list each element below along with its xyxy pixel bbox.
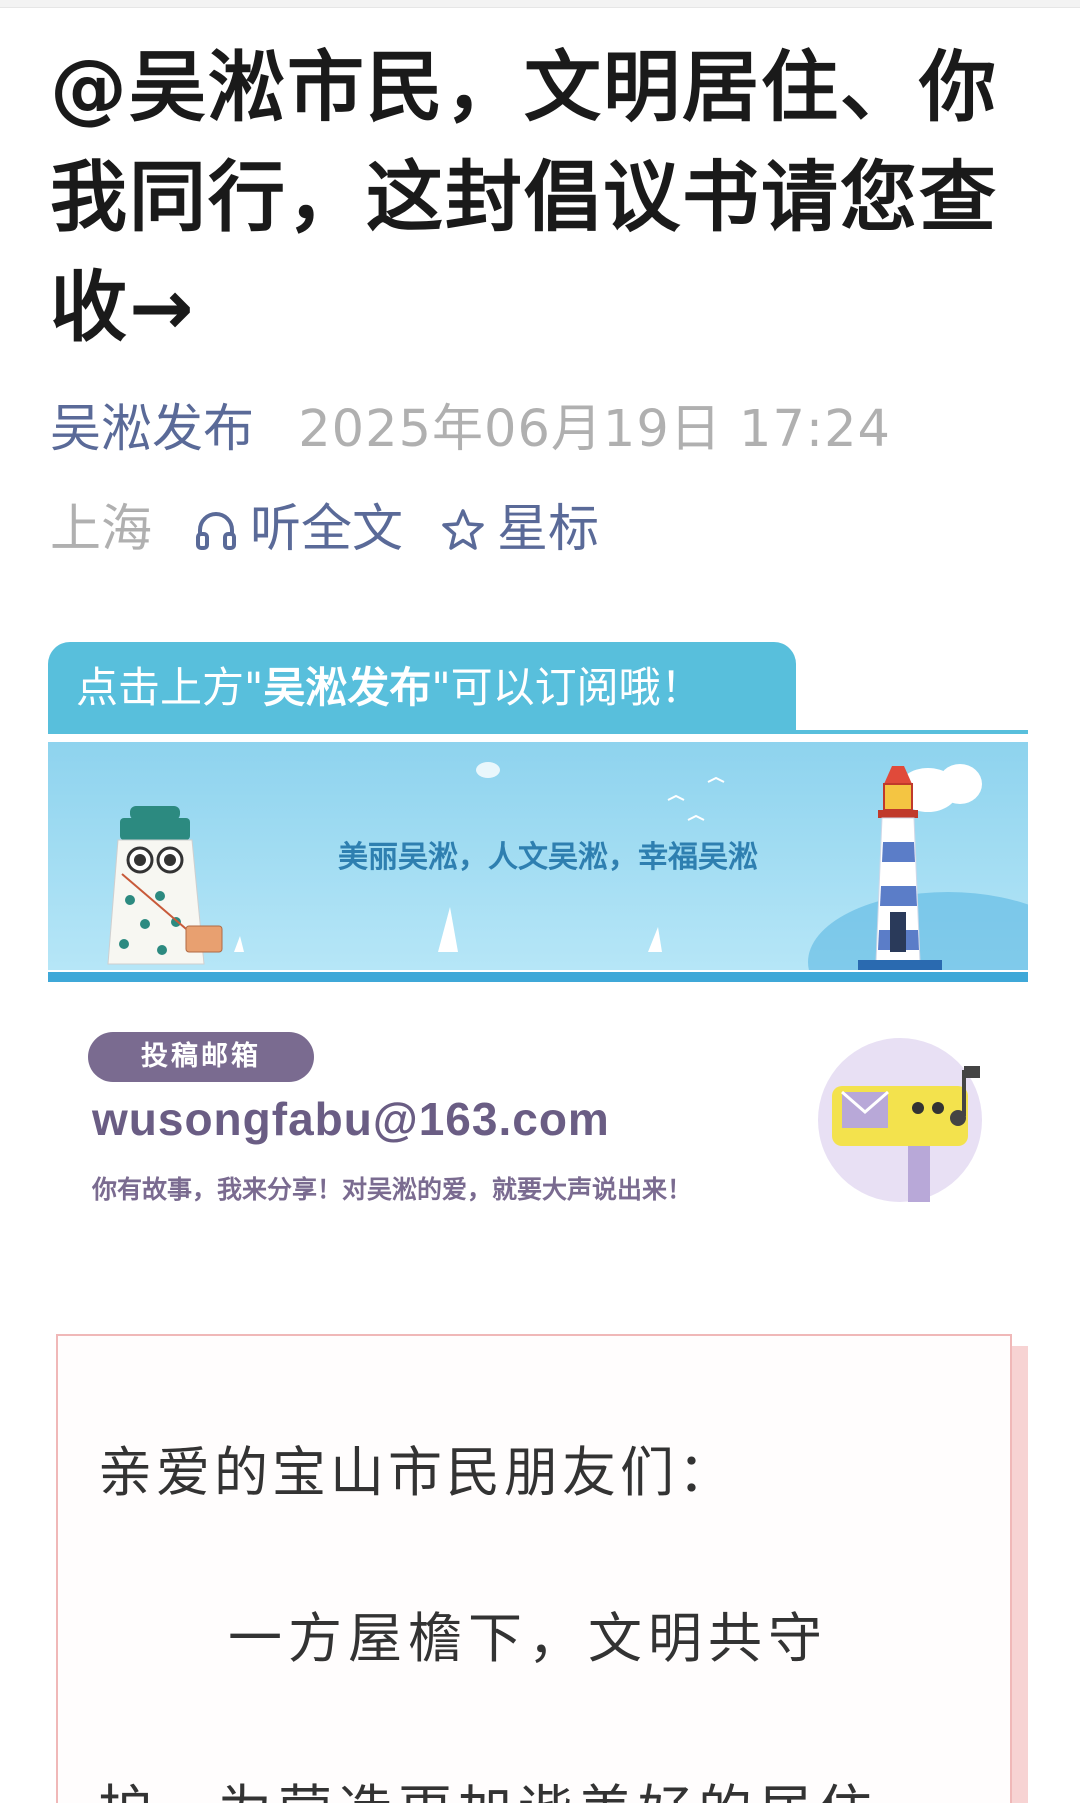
listen-label: 听全文 — [250, 500, 404, 559]
top-border — [0, 0, 1080, 8]
banner-slogan: 美丽吴淞，人文吴淞，幸福吴淞 — [338, 840, 758, 875]
subscribe-tab: 点击上方"吴淞发布"可以订阅哦！ — [48, 642, 796, 734]
contribution-mailbox-card: 投稿邮箱 wusongfabu@163.com 你有故事，我来分享！对吴淞的爱，… — [48, 1000, 1028, 1230]
lighthouse-icon — [858, 766, 942, 970]
mailbox-icon — [818, 1038, 982, 1202]
meta-row: 吴淞发布 2025年06月19日 17:24 — [50, 400, 891, 460]
headphones-icon — [196, 512, 237, 550]
subscribe-account: 吴淞发布 — [263, 663, 432, 712]
mascot-icon — [107, 806, 223, 965]
letter-paragraph-continued: 护，为营造更加谐美好的居住 — [98, 1766, 878, 1803]
subscribe-prefix: 点击上方" — [76, 663, 264, 712]
banner-sea — [48, 972, 1028, 982]
subscribe-suffix: "可以订阅哦！ — [431, 663, 703, 712]
location-label: 上海 — [50, 500, 153, 559]
mailbox-tagline: 你有故事，我来分享！对吴淞的爱，就要大声说出来！ — [92, 1175, 693, 1204]
letter-shadow — [1012, 1346, 1028, 1803]
mailbox-address: wusongfabu@163.com — [92, 1093, 610, 1145]
article-title: @吴淞市民，文明居住、你我同行，这封倡议书请您查收→ — [50, 44, 998, 353]
mailbox-badge: 投稿邮箱 — [88, 1032, 314, 1082]
listen-full-text-button[interactable]: 听全文 — [192, 500, 403, 560]
proposal-letter: 亲爱的宝山市民朋友们： 一方屋檐下，文明共守 护，为营造更加谐美好的居住 — [56, 1334, 1012, 1803]
banner-illustration: 美丽吴淞，人文吴淞，幸福吴淞 — [48, 742, 1028, 970]
star-button[interactable]: 星标 — [439, 500, 599, 560]
star-label: 星标 — [497, 500, 600, 559]
publish-datetime: 2025年06月19日 17:24 — [298, 400, 892, 459]
letter-paragraph: 一方屋檐下，文明共守 — [228, 1607, 828, 1670]
star-outline-icon — [442, 509, 484, 550]
account-name-link[interactable]: 吴淞发布 — [50, 400, 254, 459]
meta-actions-row: 上海 听全文 星标 — [50, 500, 635, 560]
letter-greeting: 亲爱的宝山市民朋友们： — [98, 1441, 736, 1504]
